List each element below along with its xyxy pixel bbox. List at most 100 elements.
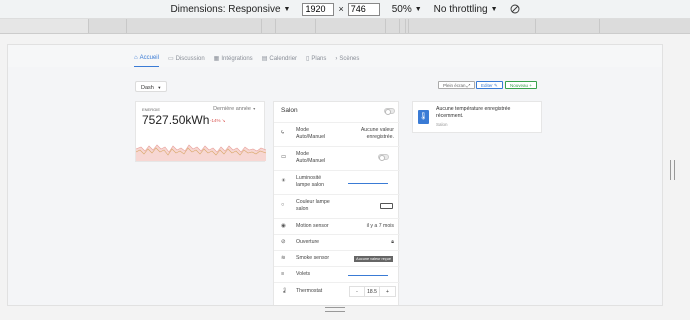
shutter-icon: ≡ (281, 271, 285, 277)
thermometer-icon: 🌡︎ (281, 288, 288, 294)
device-label: Smoke sensor (296, 255, 330, 261)
tab-label: Calendrier (269, 55, 298, 62)
temperature-message: Aucune température enregistrée récemment… (436, 106, 511, 119)
circle-icon: ○ (281, 202, 285, 208)
tab-accueil[interactable]: ⌂ Accueil (134, 55, 159, 67)
brightness-slider[interactable] (348, 183, 388, 184)
dimensions-dropdown[interactable]: Dimensions: Responsive ▼ (170, 4, 290, 15)
energy-label: ENERGIE (142, 107, 161, 112)
tab-label: Scènes (339, 55, 360, 62)
thermostat-stepper: - 18.5 + (349, 286, 396, 297)
device-row: ⊘ Ouverture 🔒︎ (274, 234, 400, 250)
device-viewport: ⌂ Accueil ▭ Discussion ▦ Intégrations ▤ … (7, 44, 663, 306)
device-value: il y a 7 mois (366, 223, 394, 229)
home-icon: ⌂ (134, 55, 138, 61)
throttling-label: No throttling (433, 3, 488, 15)
tab-label: Plans (311, 55, 327, 62)
zoom-dropdown[interactable]: 50% ▼ (392, 4, 422, 15)
trend-down-icon: ↘ (221, 118, 226, 123)
media-query-ruler (0, 19, 690, 34)
device-row: ☀ Luminosité lampe salon (274, 170, 400, 194)
rotate-icon[interactable] (510, 4, 520, 14)
caret-down-icon: ▼ (157, 85, 162, 90)
edit-icon: ✎ (494, 83, 498, 88)
decrement-button[interactable]: - (350, 287, 365, 296)
device-label: Thermostat (296, 288, 323, 294)
grid-icon: ▦ (213, 56, 220, 62)
caret-down-icon: ▼ (283, 5, 291, 13)
device-row: ▭ Mode Auto/Manuel (274, 146, 400, 170)
nouveau-button[interactable]: Nouveau + (505, 81, 537, 89)
map-icon: ▯ (306, 56, 310, 62)
dimensions-label: Dimensions: Responsive (170, 3, 281, 15)
chat-icon: ▭ (167, 56, 174, 62)
period-dropdown[interactable]: Dernière année ▼ (213, 106, 256, 112)
zoom-label: 50% (391, 3, 412, 15)
device-label: Couleur lampe salon (296, 199, 330, 212)
device-label: Mode Auto/Manuel (296, 151, 326, 164)
plein-ecran-button[interactable]: Plein écran ⤢ (438, 81, 476, 89)
devtools-toolbar: Dimensions: Responsive ▼ × 50% ▼ No thro… (0, 0, 690, 19)
lock-icon[interactable]: 🔒︎ (391, 239, 394, 246)
salon-master-toggle[interactable] (384, 108, 395, 115)
device-row: 🌡︎ Thermostat - 18.5 + (274, 282, 400, 300)
caret-down-icon: ▼ (414, 5, 422, 13)
device-value: Aucune valeur enregistrée. (360, 127, 394, 140)
sun-icon: ☀ (281, 178, 286, 184)
editer-button[interactable]: Editer ✎ (476, 81, 503, 89)
dashboard-content: Dash ▼ Plein écran ⤢ Editer ✎ Nouveau + … (8, 67, 662, 305)
thermometer-icon: 🌡︎ (418, 110, 429, 124)
device-label: Ouverture (296, 239, 320, 245)
card-title: Salon (281, 107, 298, 114)
dash-label: Dash (141, 85, 154, 91)
plus-icon: + (529, 83, 532, 88)
expand-icon: ⤢ (466, 83, 471, 88)
device-row: ◉ Motion sensor il y a 7 mois (274, 218, 400, 234)
energy-card: ENERGIE Dernière année ▼ 7527.50kWh -14%… (135, 101, 266, 162)
scenes-icon: › (335, 55, 338, 62)
period-label: Dernière année (213, 106, 251, 112)
button-label: Nouveau (510, 83, 529, 88)
device-toggle[interactable] (378, 154, 389, 161)
height-input[interactable] (347, 2, 380, 16)
tab-calendrier[interactable]: ▤ Calendrier (262, 55, 297, 67)
tab-plans[interactable]: ▯ Plans (306, 55, 326, 67)
salon-card: Salon ϟ Mode Auto/Manuel Aucune valeur e… (273, 101, 400, 305)
tab-integrations[interactable]: ▦ Intégrations (214, 55, 253, 67)
device-label: Motion sensor (296, 223, 329, 229)
width-input[interactable] (302, 2, 335, 16)
energy-sparkline (136, 144, 266, 161)
status-badge: Aucune valeur reçue (354, 256, 393, 262)
bottom-resize-handle[interactable] (325, 307, 345, 312)
device-label: Mode Auto/Manuel (296, 127, 326, 140)
button-label: Editer (481, 83, 493, 88)
tab-label: Accueil (139, 55, 159, 61)
energy-delta: -14% ↘ (210, 118, 226, 124)
shutter-slider[interactable] (348, 275, 388, 276)
throttling-dropdown[interactable]: No throttling ▼ (434, 4, 498, 15)
device-label: Luminosité lampe salon (296, 175, 324, 188)
tab-label: Discussion (175, 55, 205, 62)
temperature-card: 🌡︎ Aucune température enregistrée récemm… (412, 101, 542, 133)
motion-icon: ◉ (281, 223, 286, 229)
tab-discussion[interactable]: ▭ Discussion (168, 55, 205, 67)
bolt-icon: ϟ (281, 130, 284, 136)
color-picker[interactable] (380, 203, 393, 209)
tab-scenes[interactable]: › Scènes (335, 55, 359, 67)
caret-down-icon: ▼ (252, 107, 256, 111)
device-row: ϟ Mode Auto/Manuel Aucune valeur enregis… (274, 122, 400, 146)
times-symbol: × (338, 4, 344, 14)
delta-value: -14% (210, 118, 221, 123)
main-tabs: ⌂ Accueil ▭ Discussion ▦ Intégrations ▤ … (134, 55, 368, 67)
viewport-gutter (663, 44, 690, 306)
stepper-value: 18.5 (365, 287, 380, 296)
device-row: ○ Couleur lampe salon (274, 194, 400, 218)
temperature-room: Salon (436, 122, 448, 127)
smoke-icon: ≋ (281, 255, 286, 261)
door-icon: ⊘ (281, 239, 286, 245)
calendar-icon: ▤ (261, 56, 268, 62)
dash-selector[interactable]: Dash ▼ (135, 81, 168, 92)
increment-button[interactable]: + (380, 287, 395, 296)
right-resize-handle[interactable] (670, 160, 675, 180)
caret-down-icon: ▼ (490, 5, 498, 13)
